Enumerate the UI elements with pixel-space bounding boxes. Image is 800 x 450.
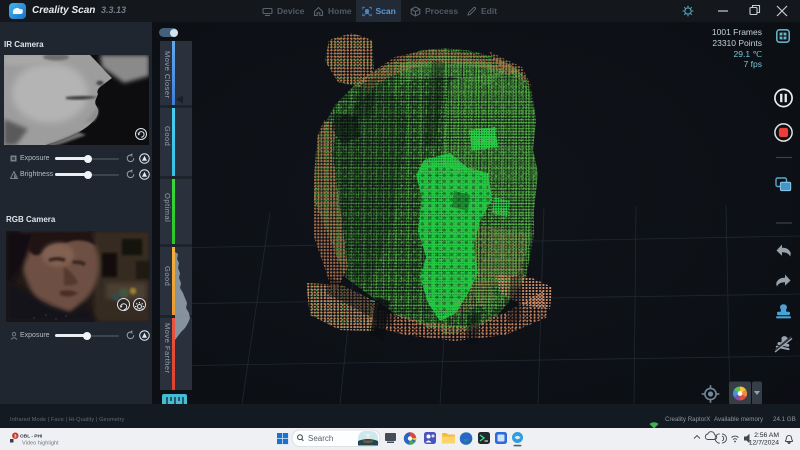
svg-text:Video highlight: Video highlight	[22, 441, 59, 447]
svg-text:12/7/2024: 12/7/2024	[749, 440, 779, 447]
svg-text:2:56 AM: 2:56 AM	[754, 432, 779, 439]
svg-text:OBL - PHI: OBL - PHI	[20, 434, 43, 440]
svg-text:Search: Search	[308, 434, 333, 443]
